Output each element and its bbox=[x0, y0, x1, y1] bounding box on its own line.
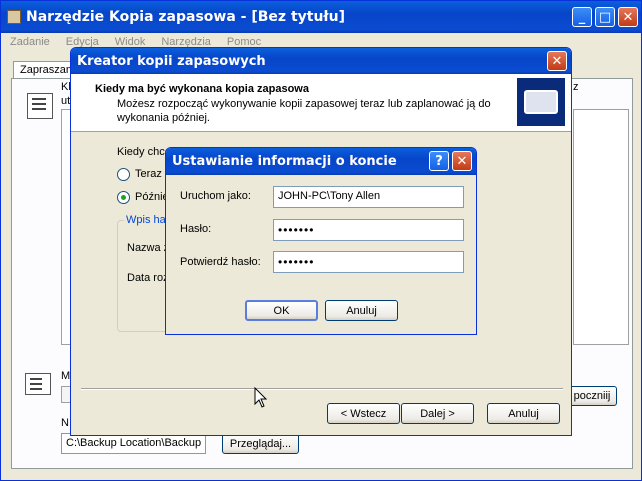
close-icon: ✕ bbox=[622, 9, 634, 25]
close-icon: ✕ bbox=[551, 53, 563, 69]
maximize-icon: □ bbox=[598, 9, 612, 25]
radio-now[interactable] bbox=[117, 168, 130, 181]
wizard-header: Kiedy ma być wykonana kopia zapasowa Moż… bbox=[71, 74, 571, 132]
password-label: Hasło: bbox=[180, 223, 212, 235]
confirm-password-field[interactable]: ••••••• bbox=[273, 251, 464, 273]
help-icon: ? bbox=[435, 153, 443, 169]
wizard-header-image-icon bbox=[517, 78, 565, 126]
back-button[interactable]: < Wstecz bbox=[327, 403, 400, 424]
wizard-close-button[interactable]: ✕ bbox=[547, 51, 567, 71]
task-name-label: Nazwa z bbox=[127, 242, 170, 254]
task-icon bbox=[27, 93, 53, 119]
when-label: Kiedy chce bbox=[117, 146, 171, 158]
wizard-title-bar: Kreator kopii zapasowych bbox=[71, 48, 571, 74]
radio-later[interactable] bbox=[117, 191, 130, 204]
backup-media-icon bbox=[25, 373, 51, 395]
dialog-title: Ustawianie informacji o koncie bbox=[172, 154, 397, 169]
confirm-password-label: Potwierdź hasło: bbox=[180, 256, 261, 268]
minimize-button[interactable]: _ bbox=[572, 7, 592, 27]
close-button[interactable]: ✕ bbox=[618, 7, 638, 27]
account-info-dialog: Ustawianie informacji o koncie ? ✕ Uruch… bbox=[165, 147, 477, 335]
right-snippet: z bbox=[573, 81, 579, 93]
wizard-header-desc-2: wykonania później. bbox=[117, 112, 210, 124]
media-snippet: M bbox=[61, 370, 71, 382]
menu-zadanie[interactable]: Zadanie bbox=[10, 33, 50, 51]
help-button[interactable]: ? bbox=[429, 151, 449, 171]
run-as-label: Uruchom jako: bbox=[180, 190, 251, 202]
wizard-header-desc-1: Możesz rozpocząć wykonywanie kopii zapas… bbox=[117, 98, 491, 110]
start-backup-button[interactable]: poczniij bbox=[567, 386, 617, 406]
minimize-icon: _ bbox=[578, 9, 586, 25]
browse-button[interactable]: Przeglądaj... bbox=[222, 433, 299, 454]
next-button[interactable]: Dalej > bbox=[401, 403, 474, 424]
schedule-group-label: Wpis ha bbox=[124, 214, 168, 226]
main-title-bar: Narzędzie Kopia zapasowa - [Bez tytułu] bbox=[1, 1, 641, 33]
radio-later-label: Późnie bbox=[135, 191, 169, 203]
start-date-label: Data roz bbox=[127, 272, 169, 284]
wizard-cancel-button[interactable]: Anuluj bbox=[487, 403, 560, 424]
right-list-box bbox=[573, 109, 629, 345]
location-snippet: N bbox=[61, 417, 69, 429]
dialog-cancel-button[interactable]: Anuluj bbox=[325, 300, 398, 321]
ok-button[interactable]: OK bbox=[245, 300, 318, 321]
dialog-close-button[interactable]: ✕ bbox=[452, 151, 472, 171]
close-icon: ✕ bbox=[456, 153, 468, 169]
radio-now-label: Teraz bbox=[135, 168, 162, 180]
maximize-button[interactable]: □ bbox=[595, 7, 615, 27]
wizard-title: Kreator kopii zapasowych bbox=[77, 53, 266, 69]
wizard-header-title: Kiedy ma być wykonana kopia zapasowa bbox=[95, 83, 309, 95]
wizard-divider bbox=[81, 388, 563, 389]
password-field[interactable]: ••••••• bbox=[273, 219, 464, 241]
app-icon bbox=[7, 10, 21, 24]
mouse-cursor-icon bbox=[254, 387, 268, 408]
left-snippet-2: ut bbox=[61, 95, 71, 107]
backup-location-field[interactable]: C:\Backup Location\Backup bbox=[61, 433, 206, 454]
main-window-title: Narzędzie Kopia zapasowa - [Bez tytułu] bbox=[26, 9, 345, 25]
run-as-field[interactable]: JOHN-PC\Tony Allen bbox=[273, 186, 464, 208]
